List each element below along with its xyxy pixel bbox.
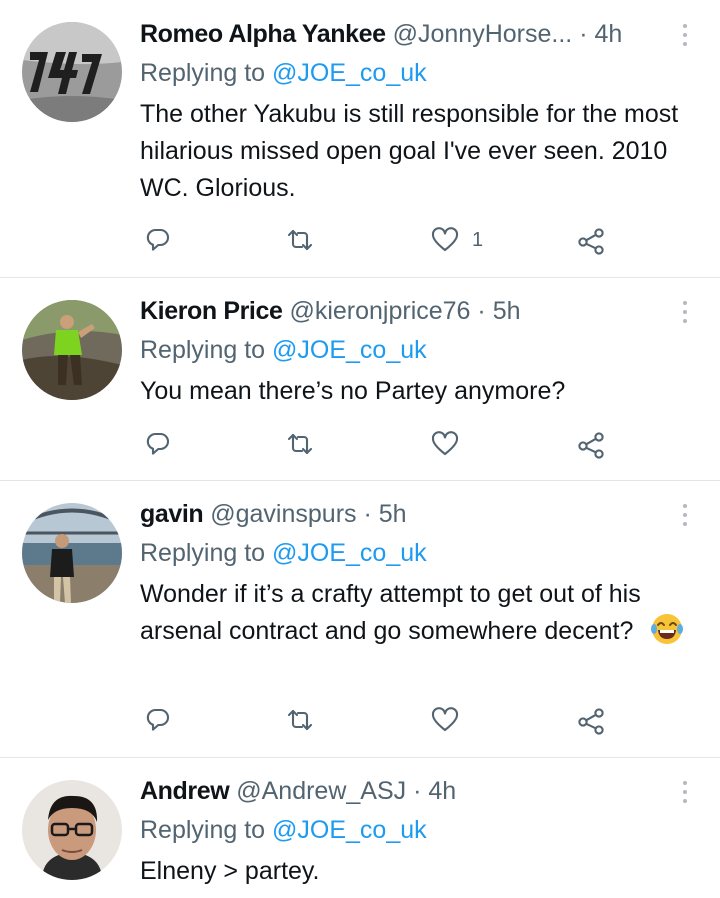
- separator-dot: ·: [363, 500, 372, 528]
- display-name[interactable]: Kieron Price: [140, 297, 283, 325]
- more-icon[interactable]: [678, 297, 692, 327]
- tweet-actions: 1: [140, 223, 620, 257]
- reply-icon: [146, 708, 170, 731]
- user-handle[interactable]: @Andrew_ASJ: [236, 777, 406, 805]
- reply-mention-link[interactable]: @JOE_co_uk: [272, 336, 427, 364]
- reply-icon: [146, 228, 170, 251]
- reply-mention-link[interactable]: @JOE_co_uk: [272, 539, 427, 567]
- tweet-header: Andrew @Andrew_ASJ · 4h: [140, 774, 670, 808]
- timestamp[interactable]: 4h: [594, 20, 622, 48]
- reply-icon: [146, 432, 170, 455]
- tweet-header: gavin @gavinspurs · 5h: [140, 497, 670, 531]
- replying-to: Replying to @JOE_co_uk: [140, 333, 427, 367]
- reply-button[interactable]: [143, 703, 173, 737]
- replying-to: Replying to @JOE_co_uk: [140, 536, 427, 570]
- tweet-4[interactable]: Andrew @Andrew_ASJ · 4h Replying to @JOE…: [0, 757, 720, 898]
- like-button[interactable]: 1: [430, 223, 483, 257]
- tweet-text: Wonder if it’s a crafty attempt to get o…: [140, 576, 685, 650]
- tweet-actions: [140, 703, 620, 737]
- share-button[interactable]: [576, 703, 606, 737]
- reply-mention-link[interactable]: @JOE_co_uk: [272, 59, 427, 87]
- retweet-button[interactable]: [285, 703, 315, 737]
- separator-dot: ·: [477, 297, 486, 325]
- more-icon[interactable]: [678, 500, 692, 530]
- avatar-harbour-photo-image: [22, 503, 122, 603]
- replying-label: Replying to: [140, 816, 266, 844]
- avatar[interactable]: [22, 300, 122, 400]
- laughing-emoji-icon: [651, 614, 684, 645]
- share-icon: [578, 708, 604, 735]
- tweet-header: Romeo Alpha Yankee @JonnyHorse... · 4h: [140, 17, 670, 51]
- replying-to: Replying to @JOE_co_uk: [140, 813, 427, 847]
- user-handle[interactable]: @kieronjprice76: [289, 297, 470, 325]
- retweet-button[interactable]: [285, 427, 315, 461]
- retweet-button[interactable]: [285, 223, 315, 257]
- separator-dot: ·: [579, 20, 588, 48]
- reply-mention-link[interactable]: @JOE_co_uk: [272, 816, 427, 844]
- retweet-icon: [287, 709, 313, 731]
- more-icon[interactable]: [678, 777, 692, 807]
- tweet-3[interactable]: gavin @gavinspurs · 5h Replying to @JOE_…: [0, 480, 720, 758]
- retweet-icon: [287, 229, 313, 251]
- avatar-glasses-portrait-image: [22, 780, 122, 880]
- avatar[interactable]: [22, 780, 122, 880]
- like-icon: [431, 431, 459, 456]
- tweet-header: Kieron Price @kieronjprice76 · 5h: [140, 294, 670, 328]
- tweet-2[interactable]: Kieron Price @kieronjprice76 · 5h Replyi…: [0, 277, 720, 481]
- tweet-text-content: Wonder if it’s a crafty attempt to get o…: [140, 580, 641, 645]
- replying-label: Replying to: [140, 539, 266, 567]
- reply-button[interactable]: [143, 223, 173, 257]
- display-name[interactable]: Andrew: [140, 777, 230, 805]
- tweet-text: Elneny > partey.: [140, 857, 320, 885]
- tweet-1[interactable]: Romeo Alpha Yankee @JonnyHorse... · 4h R…: [0, 0, 720, 278]
- share-icon: [578, 432, 604, 459]
- reply-button[interactable]: [143, 427, 173, 461]
- share-button[interactable]: [576, 223, 606, 257]
- tweet-text: The other Yakubu is still responsible fo…: [140, 100, 679, 202]
- replying-label: Replying to: [140, 336, 266, 364]
- replying-label: Replying to: [140, 59, 266, 87]
- display-name[interactable]: Romeo Alpha Yankee: [140, 20, 386, 48]
- separator-dot: ·: [413, 777, 422, 805]
- tweet-actions: [140, 427, 620, 461]
- replying-to: Replying to @JOE_co_uk: [140, 56, 427, 90]
- like-button[interactable]: [430, 703, 472, 737]
- avatar-747-image: [22, 22, 122, 122]
- tweet-text: You mean there’s no Partey anymore?: [140, 377, 566, 405]
- like-icon: [431, 707, 459, 732]
- like-icon: [431, 227, 459, 252]
- timestamp[interactable]: 5h: [493, 297, 521, 325]
- timestamp[interactable]: 5h: [379, 500, 407, 528]
- avatar-muddy-runner-image: [22, 300, 122, 400]
- more-icon[interactable]: [678, 20, 692, 50]
- share-button[interactable]: [576, 427, 606, 461]
- retweet-icon: [287, 433, 313, 455]
- avatar[interactable]: [22, 503, 122, 603]
- avatar[interactable]: [22, 22, 122, 122]
- like-button[interactable]: [430, 427, 472, 461]
- share-icon: [578, 228, 604, 255]
- user-handle[interactable]: @JonnyHorse...: [393, 20, 573, 48]
- like-count: 1: [472, 228, 484, 251]
- timestamp[interactable]: 4h: [428, 777, 456, 805]
- display-name[interactable]: gavin: [140, 500, 204, 528]
- user-handle[interactable]: @gavinspurs: [210, 500, 356, 528]
